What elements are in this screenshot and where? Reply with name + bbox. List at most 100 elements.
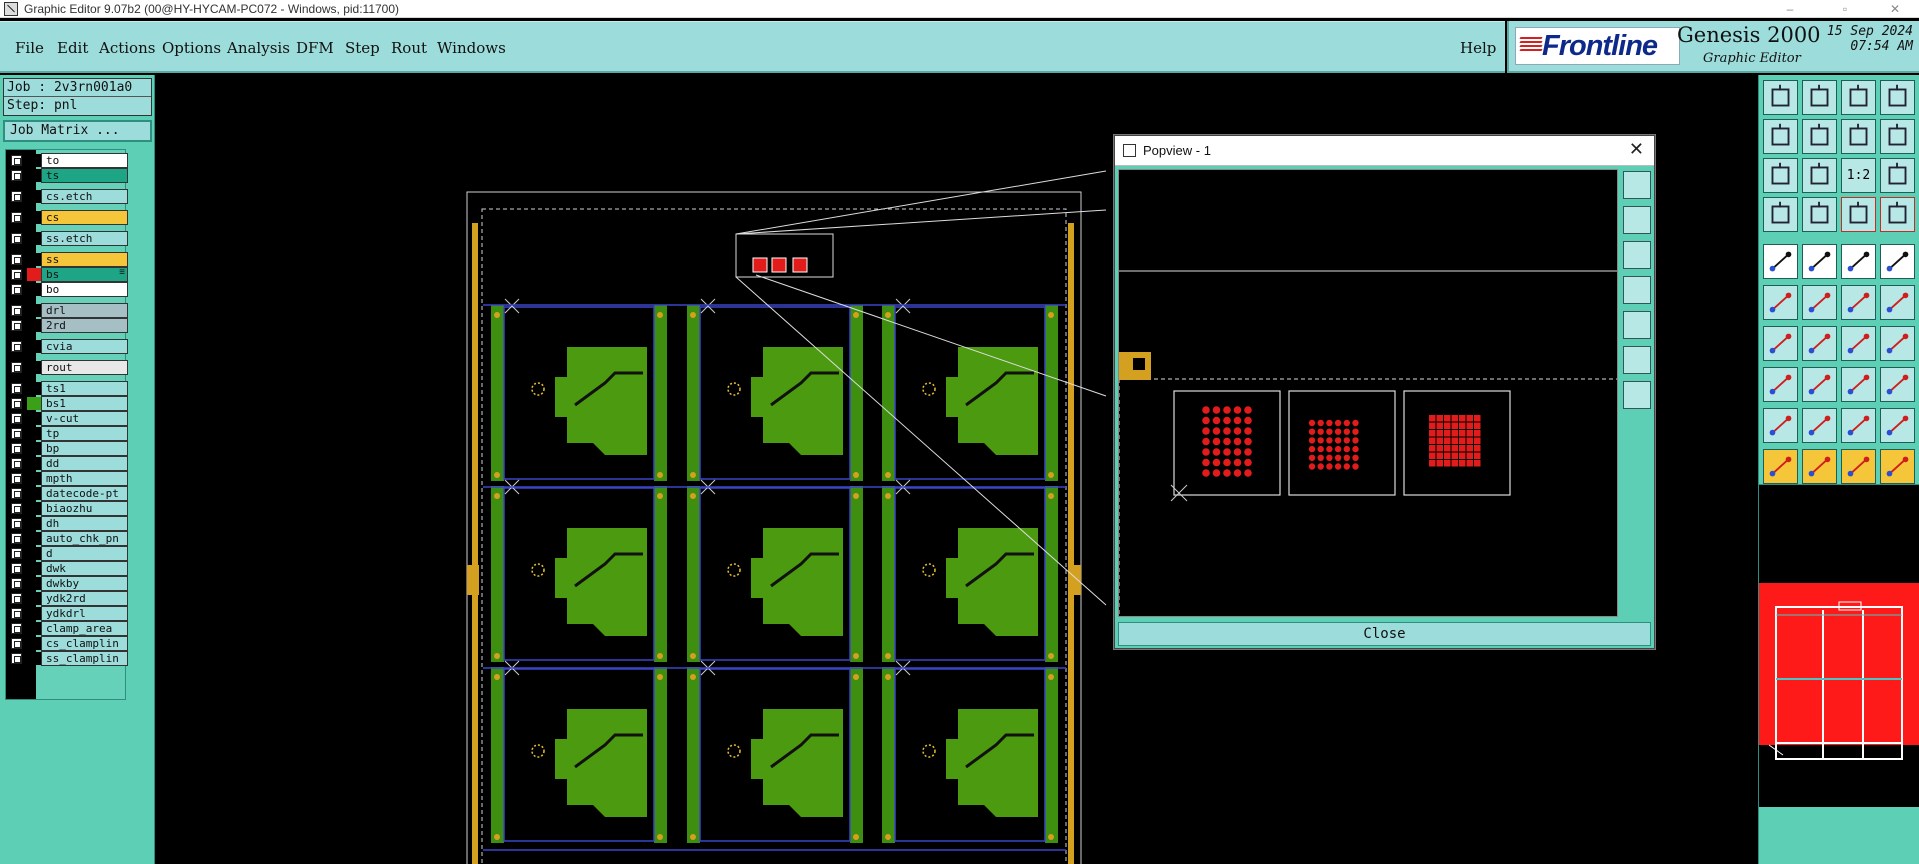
layer-checkbox[interactable] [11, 269, 22, 280]
menu-actions[interactable]: Actions [99, 39, 155, 57]
layer-row-ss[interactable]: ss [6, 252, 128, 267]
layer-checkbox[interactable] [11, 563, 22, 574]
split-icon[interactable] [1841, 119, 1876, 154]
layer-color-swatch[interactable] [27, 397, 41, 410]
layer-checkbox[interactable] [11, 155, 22, 166]
minimize-button[interactable]: – [1770, 0, 1810, 18]
circle-icon[interactable] [1880, 244, 1915, 279]
layer-color-swatch[interactable] [27, 562, 41, 575]
connect-icon[interactable] [1841, 285, 1876, 320]
layer-checkbox[interactable] [11, 458, 22, 469]
layer-color-swatch[interactable] [27, 412, 41, 425]
layer-name[interactable]: cs.etch [41, 189, 128, 204]
help-icon[interactable] [1880, 158, 1915, 193]
layer-checkbox[interactable] [11, 305, 22, 316]
line-icon[interactable] [1802, 326, 1837, 361]
menu-options[interactable]: Options [162, 39, 221, 57]
layer-checkbox[interactable] [11, 284, 22, 295]
layer-color-swatch[interactable] [27, 232, 41, 245]
layer-name[interactable]: dh [41, 516, 128, 531]
pad-icon[interactable] [1763, 244, 1798, 279]
layer-color-swatch[interactable] [27, 427, 41, 440]
layer-color-swatch[interactable] [27, 382, 41, 395]
layer-color-swatch[interactable] [27, 502, 41, 515]
layer-color-swatch[interactable] [27, 211, 41, 224]
layer-name[interactable]: v-cut [41, 411, 128, 426]
text-icon[interactable] [1802, 408, 1837, 443]
layer-row-cs-etch[interactable]: cs.etch [6, 189, 128, 204]
layer-name[interactable]: bs [41, 267, 128, 282]
layer-row-ydkdrl[interactable]: ydkdrl [6, 606, 128, 621]
connect2-icon[interactable] [1880, 285, 1915, 320]
layer-row-ts[interactable]: ts [6, 168, 128, 183]
window-close-button[interactable]: ✕ [1875, 0, 1915, 18]
layer-row-2rd[interactable]: 2rd [6, 318, 128, 333]
pointer2-icon[interactable] [1802, 449, 1837, 484]
popview-zoom-fit-icon[interactable] [1623, 171, 1651, 199]
layer-color-swatch[interactable] [27, 361, 41, 374]
layer-color-swatch[interactable] [27, 577, 41, 590]
layer-name[interactable]: tp [41, 426, 128, 441]
layer-row-cs-clamplin[interactable]: cs_clamplin [6, 636, 128, 651]
layer-row-bp[interactable]: bp [6, 441, 128, 456]
layer-color-swatch[interactable] [27, 169, 41, 182]
layer-color-swatch[interactable] [27, 319, 41, 332]
layer-name[interactable]: auto_chk_pn [41, 531, 128, 546]
layer-checkbox[interactable] [11, 533, 22, 544]
layer-row-ydk2rd[interactable]: ydk2rd [6, 591, 128, 606]
layer-name[interactable]: bp [41, 441, 128, 456]
layer-row-v-cut[interactable]: v-cut [6, 411, 128, 426]
layer-checkbox[interactable] [11, 548, 22, 559]
layer-row-dd[interactable]: dd [6, 456, 128, 471]
layer-row-drl[interactable]: drl [6, 303, 128, 318]
pointer-icon[interactable] [1763, 449, 1798, 484]
bracket-icon[interactable] [1880, 326, 1915, 361]
layer-row-d[interactable]: d [6, 546, 128, 561]
layer-color-swatch[interactable] [27, 622, 41, 635]
layer-checkbox[interactable] [11, 428, 22, 439]
popview-canvas[interactable] [1118, 169, 1618, 617]
layer-row-clamp-area[interactable]: clamp_area [6, 621, 128, 636]
layer-color-swatch[interactable] [27, 154, 41, 167]
layer-color-swatch[interactable] [27, 652, 41, 665]
layer-row-dh[interactable]: dh [6, 516, 128, 531]
snap-pad-icon[interactable] [1880, 367, 1915, 402]
layer-color-swatch[interactable] [27, 472, 41, 485]
layer-row-ss-etch[interactable]: ss.etch [6, 231, 128, 246]
layer-color-swatch[interactable] [27, 340, 41, 353]
menu-dfm[interactable]: DFM [296, 39, 334, 57]
layer-row-dwkby[interactable]: dwkby [6, 576, 128, 591]
popview-close-icon[interactable]: ✕ [1629, 139, 1644, 160]
layer-row-auto-chk-pn[interactable]: auto_chk_pn [6, 531, 128, 546]
layer-name[interactable]: to [41, 153, 128, 168]
layer-row-rout[interactable]: rout [6, 360, 128, 375]
home-up-icon[interactable] [1763, 80, 1798, 115]
layer-checkbox[interactable] [11, 191, 22, 202]
overview-drawing[interactable] [1759, 485, 1919, 808]
layer-name[interactable]: dwkby [41, 576, 128, 591]
layer-row-bo[interactable]: bo [6, 282, 128, 297]
layer-color-swatch[interactable] [27, 592, 41, 605]
layer-row-mpth[interactable]: mpth [6, 471, 128, 486]
layer-row-tp[interactable]: tp [6, 426, 128, 441]
job-matrix-button[interactable]: Job Matrix ... [3, 120, 152, 142]
layer-checkbox[interactable] [11, 593, 22, 604]
layer-checkbox[interactable] [11, 623, 22, 634]
menu-step[interactable]: Step [345, 39, 380, 57]
layer-name[interactable]: mpth [41, 471, 128, 486]
layer-color-swatch[interactable] [27, 607, 41, 620]
popview-pan-left-icon[interactable] [1623, 276, 1651, 304]
layer-color-swatch[interactable] [27, 442, 41, 455]
pan-left-icon[interactable] [1763, 119, 1798, 154]
fit-width-icon[interactable] [1763, 158, 1798, 193]
layer-checkbox[interactable] [11, 503, 22, 514]
rotate-icon[interactable] [1841, 326, 1876, 361]
maximize-button[interactable]: ▫ [1825, 0, 1865, 18]
layer-checkbox[interactable] [11, 413, 22, 424]
layer-checkbox[interactable] [11, 170, 22, 181]
layer-name[interactable]: dd [41, 456, 128, 471]
pointer3-icon[interactable] [1841, 449, 1876, 484]
ratio-icon[interactable]: 1:2 [1841, 158, 1876, 193]
menu-windows[interactable]: Windows [437, 39, 506, 57]
layer-name[interactable]: ss [41, 252, 128, 267]
